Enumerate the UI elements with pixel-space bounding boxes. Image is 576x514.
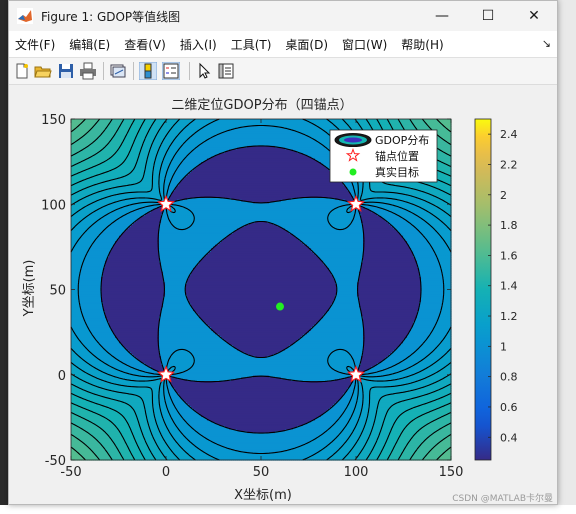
x-tick-label: 0 bbox=[162, 465, 170, 480]
maximize-button[interactable]: ☐ bbox=[465, 1, 511, 31]
insert-legend-icon[interactable] bbox=[162, 62, 180, 80]
background-editor-strip bbox=[558, 0, 576, 514]
title-bar: Figure 1: GDOP等值线图 — ☐ ✕ bbox=[9, 1, 557, 31]
window-title: Figure 1: GDOP等值线图 bbox=[41, 8, 180, 25]
legend-entry-anchor: 锚点位置 bbox=[375, 149, 419, 163]
legend[interactable]: GDOP分布 锚点位置 真实目标 bbox=[330, 130, 437, 182]
menu-view[interactable]: 查看(V) bbox=[117, 36, 173, 53]
colorbar-tick-label: 2.2 bbox=[500, 158, 518, 171]
colorbar-tick-label: 0.4 bbox=[500, 431, 518, 444]
insert-colorbar-icon[interactable] bbox=[139, 62, 157, 80]
legend-contour-swatch bbox=[335, 134, 371, 147]
toolbar-separator bbox=[133, 62, 134, 80]
y-tick-label: 0 bbox=[58, 369, 66, 384]
colorbar-tick-label: 1.4 bbox=[500, 280, 518, 293]
colorbar-tick-label: 1.6 bbox=[500, 249, 518, 262]
toolbar-separator bbox=[103, 62, 104, 80]
menu-insert[interactable]: 插入(I) bbox=[173, 36, 224, 53]
x-tick-label: 50 bbox=[253, 465, 270, 480]
figure-window: Figure 1: GDOP等值线图 — ☐ ✕ 文件(F) 编辑(E) 查看(… bbox=[8, 0, 558, 505]
colorbar-gradient bbox=[475, 119, 491, 460]
property-inspector-icon[interactable] bbox=[217, 62, 235, 80]
menu-edit[interactable]: 编辑(E) bbox=[62, 36, 117, 53]
close-button[interactable]: ✕ bbox=[511, 1, 557, 31]
y-tick-label: 100 bbox=[41, 198, 66, 213]
x-tick-label: 150 bbox=[439, 465, 464, 480]
minimize-button[interactable]: — bbox=[419, 1, 465, 31]
gdop-figure: 二维定位GDOP分布（四锚点） -50 0 50 100 150-50050100150… bbox=[9, 85, 557, 504]
y-axis-label: Y坐标(m) bbox=[22, 260, 37, 318]
target-dot-icon bbox=[276, 303, 284, 311]
matlab-logo-icon bbox=[17, 8, 33, 24]
pointer-icon[interactable] bbox=[195, 62, 213, 80]
menu-help[interactable]: 帮助(H) bbox=[394, 36, 450, 53]
colorbar-tick-label: 0.8 bbox=[500, 371, 518, 384]
y-tick-label: 50 bbox=[49, 284, 66, 299]
toolbar-separator bbox=[189, 62, 190, 80]
x-axis-label: X坐标(m) bbox=[234, 488, 292, 503]
new-figure-icon[interactable] bbox=[13, 62, 31, 80]
menu-bar: 文件(F) 编辑(E) 查看(V) 插入(I) 工具(T) 桌面(D) 窗口(W… bbox=[9, 31, 557, 58]
legend-entry-gdop: GDOP分布 bbox=[375, 134, 429, 147]
y-tick-label: 150 bbox=[41, 113, 66, 128]
save-icon[interactable] bbox=[57, 62, 75, 80]
menu-window[interactable]: 窗口(W) bbox=[335, 36, 394, 53]
link-plot-icon[interactable] bbox=[109, 62, 127, 80]
background-page bbox=[0, 505, 576, 514]
colorbar-tick-label: 0.6 bbox=[500, 401, 518, 414]
menu-tools[interactable]: 工具(T) bbox=[224, 36, 279, 53]
print-icon[interactable] bbox=[79, 62, 97, 80]
x-tick-label: 100 bbox=[344, 465, 369, 480]
dock-arrow-icon[interactable]: ↘ bbox=[542, 37, 551, 50]
figure-toolbar bbox=[9, 58, 557, 85]
colorbar-tick-label: 1 bbox=[500, 340, 507, 353]
legend-entry-target: 真实目标 bbox=[375, 165, 419, 179]
colorbar-tick-label: 2 bbox=[500, 189, 507, 202]
legend-target-dot-icon bbox=[350, 169, 357, 176]
menu-desktop[interactable]: 桌面(D) bbox=[278, 36, 335, 53]
menu-file[interactable]: 文件(F) bbox=[9, 36, 62, 53]
open-file-icon[interactable] bbox=[34, 62, 52, 80]
colorbar-tick-label: 1.2 bbox=[500, 310, 518, 323]
figure-canvas: 二维定位GDOP分布（四锚点） -50 0 50 100 150 -50 0 50 100 150… bbox=[9, 85, 557, 504]
colorbar-tick-label: 1.8 bbox=[500, 219, 518, 232]
watermark-text: CSDN @MATLAB卡尔曼 bbox=[452, 492, 553, 504]
y-tick-label: -50 bbox=[45, 454, 66, 469]
chart-title: 二维定位GDOP分布（四锚点） bbox=[171, 98, 352, 113]
colorbar-tick-label: 2.4 bbox=[500, 128, 518, 141]
